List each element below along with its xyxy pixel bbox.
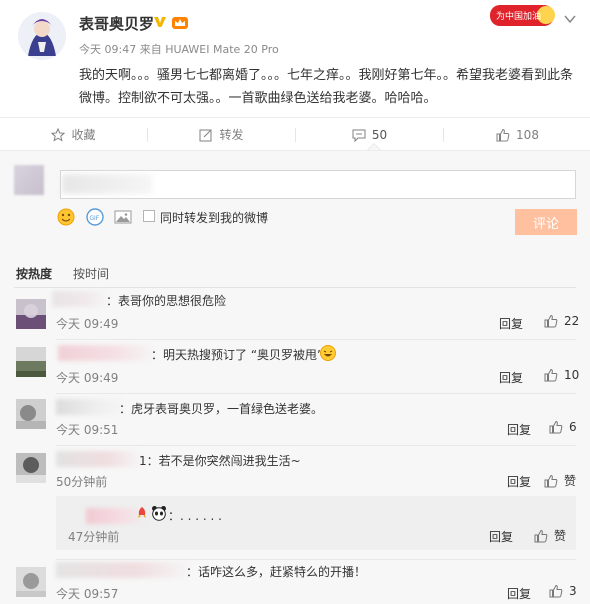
favorite-button[interactable]: 收藏: [0, 118, 147, 151]
comment-like-count: 赞: [554, 529, 567, 543]
reply-button[interactable]: 回复: [489, 528, 513, 545]
reply-text: ：. . . . . .: [168, 509, 222, 523]
post-action-bar: 收藏 转发 50 108: [0, 117, 590, 151]
divider: [56, 559, 576, 560]
comment-time: 今天 09:49: [56, 371, 119, 385]
chevron-down-icon[interactable]: [563, 12, 577, 26]
like-count: 108: [516, 127, 539, 142]
comment-text: ：话咋这么多，赶紧特么的开播！: [186, 565, 367, 579]
reply-button[interactable]: 回复: [499, 369, 523, 386]
panda-emoji-icon: [152, 506, 166, 521]
like-button[interactable]: 108: [444, 118, 590, 151]
reply-time: 47分钟前: [68, 530, 120, 544]
thumbs-up-icon: [496, 128, 510, 141]
submit-comment-button[interactable]: 评论: [515, 209, 577, 235]
cheer-badge-text: 为中国加油: [496, 10, 541, 22]
post-text: 我的天啊。。。骚男七七都离婚了。。。七年之痒。。我刚好第七年。。希望我老婆看到此…: [79, 68, 574, 106]
verified-v-icon: [154, 17, 166, 27]
commenter-name-blurred: [58, 345, 153, 361]
comment-like-button[interactable]: 22: [544, 314, 579, 328]
comment-like-count: 6: [569, 420, 577, 434]
commenter-avatar[interactable]: [16, 399, 46, 429]
reply-button[interactable]: 回复: [507, 473, 531, 490]
star-icon: [51, 127, 66, 142]
commenter-name-blurred: [52, 291, 107, 307]
comment-like-button[interactable]: 赞: [534, 527, 566, 544]
sort-by-hot[interactable]: 按热度: [16, 265, 52, 282]
forward-checkbox[interactable]: [143, 210, 155, 222]
divider: [56, 393, 576, 394]
reply-button[interactable]: 回复: [507, 421, 531, 438]
comment-text: ：虎牙表哥奥贝罗，一首绿色送老婆。: [119, 402, 324, 416]
comment-text: ：明天热搜预订了 “奥贝罗被甩”: [151, 348, 324, 362]
thumbs-up-icon: [544, 368, 558, 382]
reply-button[interactable]: 回复: [507, 585, 531, 602]
forward-label: 转发: [219, 128, 244, 142]
divider: [14, 287, 576, 288]
vip-crown-icon: [172, 17, 188, 29]
sort-by-time[interactable]: 按时间: [73, 265, 109, 282]
comment-time: 50分钟前: [56, 475, 108, 489]
laughing-emoji-icon: [320, 345, 336, 361]
comment-like-count: 赞: [564, 474, 577, 488]
svg-text:GIF: GIF: [89, 215, 99, 222]
author-name[interactable]: 表哥奥贝罗: [79, 13, 154, 34]
weibo-post: 表哥奥贝罗 今天 09:47 来自 HUAWEI Mate 20 Pro 我的天…: [0, 0, 590, 117]
commenter-avatar[interactable]: [16, 567, 46, 597]
comment-like-button[interactable]: 6: [549, 420, 577, 434]
thumbs-up-icon: [549, 584, 563, 598]
commenter-avatar[interactable]: [16, 299, 46, 329]
favorite-label: 收藏: [71, 128, 96, 142]
post-meta: 今天 09:47 来自 HUAWEI Mate 20 Pro: [79, 43, 279, 56]
author-avatar[interactable]: [18, 12, 66, 60]
commenter-name-blurred: [56, 562, 188, 578]
reply-button[interactable]: 回复: [499, 315, 523, 332]
commenter-avatar[interactable]: [16, 453, 46, 483]
thumbs-up-icon: [534, 529, 548, 542]
comment-like-count: 3: [569, 584, 577, 598]
comment-like-count: 10: [564, 368, 580, 382]
comment-like-button[interactable]: 3: [549, 584, 577, 598]
rocket-icon: [138, 507, 146, 518]
comment-caret: [367, 143, 381, 150]
commenter-name-blurred: [56, 451, 141, 467]
divider: [56, 339, 576, 340]
cheer-badge[interactable]: 为中国加油: [488, 2, 556, 28]
comment-count: 50: [371, 127, 388, 142]
comment-section: GIF 同时转发到我的微博 评论 按热度 按时间 ：表哥你的思想很危险 今天 0…: [0, 151, 590, 604]
thumbs-up-icon: [544, 314, 558, 328]
comment-icon: [352, 129, 366, 142]
comment-time: 今天 09:51: [56, 423, 119, 437]
divider: [56, 445, 576, 446]
thumbs-up-icon: [549, 420, 563, 434]
forward-icon: [199, 129, 212, 141]
comment-time: 今天 09:49: [56, 317, 119, 331]
comment-text: 1：若不是你突然闯进我生活~: [139, 454, 301, 468]
input-blur: [62, 174, 152, 194]
comment-like-button[interactable]: 赞: [544, 472, 576, 489]
comment-time: 今天 09:57: [56, 587, 119, 601]
forward-checkbox-label: 同时转发到我的微博: [160, 211, 269, 225]
commenter-name-blurred: [56, 399, 122, 415]
comment-text: ：表哥你的思想很危险: [106, 294, 227, 308]
my-avatar: [14, 165, 44, 195]
gif-icon[interactable]: GIF: [86, 208, 104, 226]
comment-like-count: 22: [564, 314, 580, 328]
forward-button[interactable]: 转发: [148, 118, 295, 151]
thumbs-up-icon: [544, 474, 558, 487]
commenter-avatar[interactable]: [16, 347, 46, 377]
emoji-icon[interactable]: [57, 208, 75, 226]
image-icon[interactable]: [114, 208, 132, 226]
comment-like-button[interactable]: 10: [544, 368, 579, 382]
